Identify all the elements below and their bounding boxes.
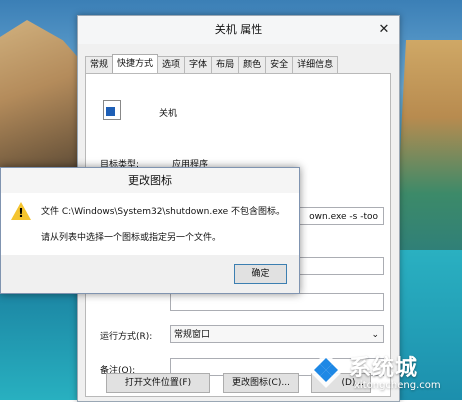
xitongcheng-logo-icon [308, 352, 344, 388]
tab-font[interactable]: 字体 [184, 56, 213, 74]
tab-shortcut[interactable]: 快捷方式 [112, 54, 159, 74]
tab-strip: 常规 快捷方式 选项 字体 布局 颜色 安全 详细信息 [85, 54, 339, 74]
change-icon-dialog: 更改图标 ! 文件 C:\Windows\System32\shutdown.e… [0, 167, 300, 294]
tab-layout[interactable]: 布局 [211, 56, 240, 74]
shortcut-name: 关机 [159, 109, 178, 119]
tab-security[interactable]: 安全 [265, 56, 294, 74]
close-icon[interactable]: ✕ [375, 22, 393, 38]
watermark-url: xitongcheng.com [354, 380, 441, 391]
tab-general[interactable]: 常规 [85, 56, 114, 74]
warning-icon-mark: ! [18, 206, 24, 220]
run-select[interactable]: 常规窗口 ⌄ [170, 325, 384, 343]
dialog-message-line2: 请从列表中选择一个图标或指定另一个文件。 [41, 233, 222, 243]
run-select-value: 常规窗口 [174, 330, 211, 340]
watermark: 系统城 xitongcheng.com [306, 348, 462, 400]
shortcut-file-icon [103, 100, 121, 120]
shortcut-key-field[interactable] [170, 293, 384, 311]
dialog-title: 更改图标 [1, 168, 299, 193]
window-title: 关机 属性 [214, 23, 263, 36]
target-field-value: own.exe -s -too [309, 212, 378, 222]
dialog-footer: 确定 [1, 255, 299, 293]
watermark-name: 系统城 [349, 356, 419, 381]
tab-details[interactable]: 详细信息 [292, 56, 339, 74]
window-titlebar: 关机 属性 ✕ [78, 16, 399, 44]
open-file-location-button[interactable]: 打开文件位置(F) [106, 373, 210, 393]
chevron-down-icon: ⌄ [371, 330, 379, 340]
change-icon-button[interactable]: 更改图标(C)... [223, 373, 299, 393]
ok-button[interactable]: 确定 [234, 264, 287, 284]
dialog-message-line1: 文件 C:\Windows\System32\shutdown.exe 不包含图… [41, 207, 286, 217]
wallpaper-cliff-right [392, 40, 462, 260]
tab-colors[interactable]: 颜色 [238, 56, 267, 74]
run-label: 运行方式(R): [100, 332, 153, 342]
tab-options[interactable]: 选项 [157, 56, 186, 74]
